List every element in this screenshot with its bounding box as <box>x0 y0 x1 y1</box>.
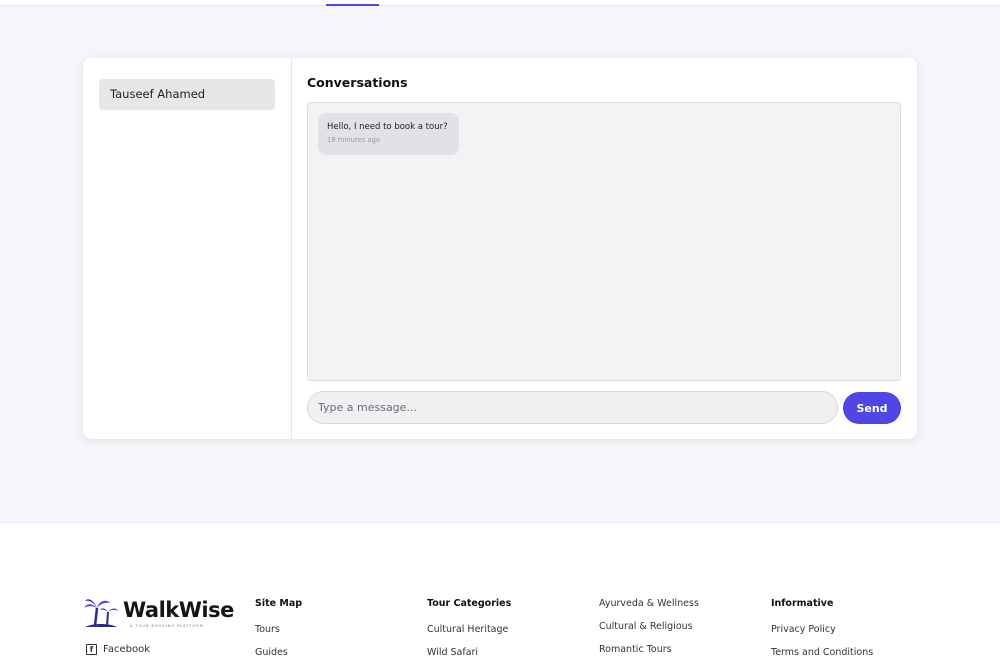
social-link-facebook[interactable]: f Facebook <box>86 644 150 655</box>
social-link-label: Facebook <box>103 644 150 655</box>
logo-tagline: A TOUR BOOKING PLATFORM <box>130 624 204 628</box>
conversation-list: Tauseef Ahamed <box>83 58 292 439</box>
message-timestamp: 18 minutes ago <box>327 136 381 144</box>
footer: WalkWise A TOUR BOOKING PLATFORM f Faceb… <box>0 522 1000 666</box>
chat-panel: Tauseef Ahamed Conversations Hello, I ne… <box>83 58 917 439</box>
footer-link[interactable]: Ayurveda & Wellness <box>599 598 699 609</box>
footer-col-site-map: Site Map Tours Guides <box>255 598 303 658</box>
walkwise-logo[interactable]: WalkWise A TOUR BOOKING PLATFORM <box>83 598 234 628</box>
footer-heading: Site Map <box>255 598 303 609</box>
facebook-icon: f <box>86 644 97 655</box>
footer-link[interactable]: Romantic Tours <box>599 644 672 655</box>
top-nav-bar <box>0 0 1000 6</box>
send-button[interactable]: Send <box>843 392 901 424</box>
footer-link[interactable]: Guides <box>255 647 288 658</box>
footer-col-tour-categories: Tour Categories Cultural Heritage Wild S… <box>427 598 512 658</box>
footer-link[interactable]: Tours <box>255 624 280 635</box>
message-bubble: Hello, I need to book a tour? 18 minutes… <box>318 113 459 155</box>
footer-link[interactable]: Cultural & Religious <box>599 621 693 632</box>
footer-link[interactable]: Wild Safari <box>427 647 478 658</box>
palm-tree-icon <box>84 599 118 627</box>
footer-link[interactable]: Privacy Policy <box>771 624 836 635</box>
conversations-title: Conversations <box>307 75 408 90</box>
logo-wordmark: WalkWise <box>123 598 234 622</box>
conversation-item[interactable]: Tauseef Ahamed <box>99 79 275 110</box>
message-text: Hello, I need to book a tour? <box>327 122 448 132</box>
message-input[interactable] <box>307 391 838 424</box>
footer-heading: Informative <box>771 598 834 609</box>
active-nav-indicator <box>326 4 379 6</box>
chat-main: Conversations Hello, I need to book a to… <box>292 58 917 439</box>
footer-link[interactable]: Cultural Heritage <box>427 624 508 635</box>
footer-link[interactable]: Terms and Conditions <box>771 647 873 658</box>
footer-heading: Tour Categories <box>427 598 512 609</box>
message-list[interactable]: Hello, I need to book a tour? 18 minutes… <box>307 102 901 381</box>
footer-col-informative: Informative Privacy Policy Terms and Con… <box>771 598 873 658</box>
